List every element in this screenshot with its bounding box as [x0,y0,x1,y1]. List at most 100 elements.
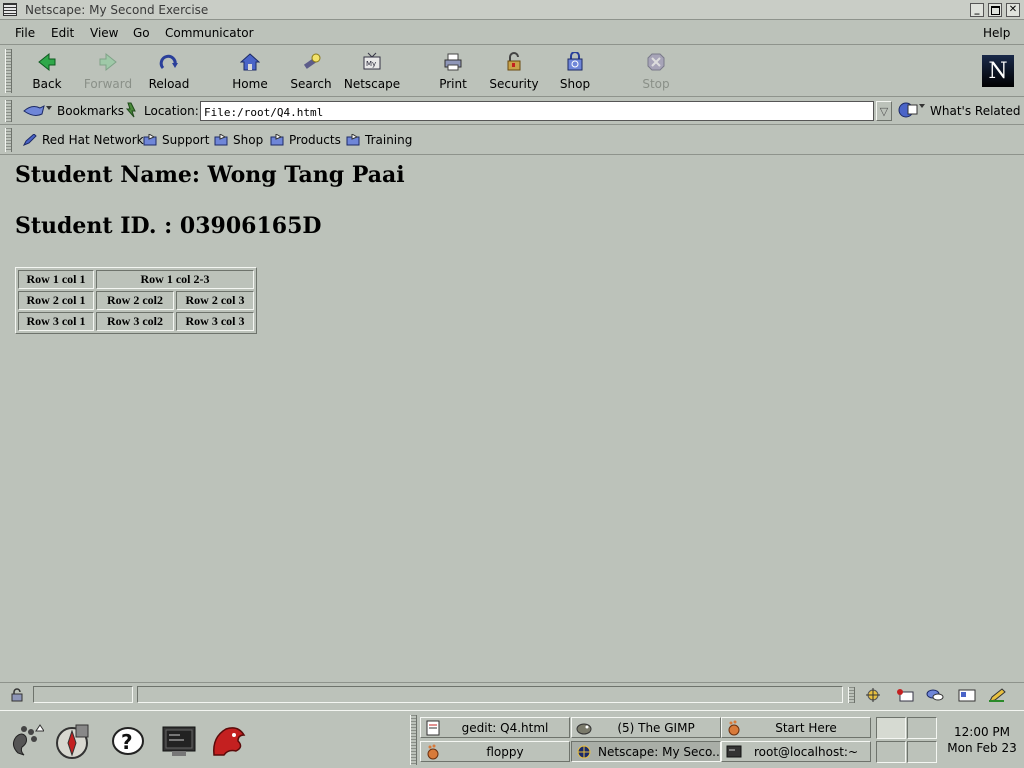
netscape-logo[interactable]: N [982,55,1014,87]
table-row: Row 3 col 1 Row 3 col2 Row 3 col 3 [18,312,254,331]
search-flashlight-icon [303,53,321,69]
task-label: Netscape: My Seco... [598,744,721,759]
bookmark-label: Training [365,133,413,147]
location-dropdown-button[interactable]: ▽ [876,101,892,121]
clock-date[interactable]: Mon Feb 23 [944,741,1020,755]
table-row: Row 1 col 1 Row 1 col 2-3 [18,270,254,289]
menu-view[interactable]: View [90,26,118,40]
table-cell: Row 2 col2 [96,291,174,310]
minimize-icon: _ [974,4,980,15]
reload-button[interactable]: Reload [137,49,201,93]
my-netscape-icon: My [363,52,381,70]
task-floppy[interactable]: floppy [420,741,570,762]
terminal-icon[interactable] [160,721,200,761]
netscape-button[interactable]: My Netscape [340,49,404,93]
close-button[interactable]: ✕ [1006,3,1020,17]
toolbar-grip[interactable] [5,128,12,152]
help-icon[interactable]: ? [108,721,148,761]
title-bar[interactable]: Netscape: My Second Exercise _ ✕ [0,0,1024,20]
mozilla-icon[interactable] [208,721,248,761]
stop-button[interactable]: Stop [624,49,688,93]
task-label: (5) The GIMP [617,720,695,735]
toolbar-grip[interactable] [5,100,12,122]
window-title: Netscape: My Second Exercise [25,3,209,17]
security-label: Security [489,77,539,91]
location-icon[interactable] [123,102,139,118]
bookmark-products[interactable]: Products [270,133,341,147]
foot-icon [427,744,439,759]
bookmarks-button[interactable]: Bookmarks [57,104,124,118]
mail-icon[interactable] [896,688,914,702]
security-lock-icon[interactable] [10,688,24,702]
forward-button[interactable]: Forward [76,49,140,93]
bookmark-label: Red Hat Network [42,133,144,147]
gnome-foot-icon[interactable] [4,721,44,761]
print-button[interactable]: Print [421,49,485,93]
print-label: Print [439,77,467,91]
status-text [137,686,843,703]
page-content[interactable]: Student Name: Wong Tang Paai Student ID.… [6,156,1018,682]
table-cell: Row 3 col 3 [176,312,254,331]
whats-related-button[interactable]: What's Related [930,104,1020,118]
window-menu-icon[interactable] [3,3,17,16]
pencil-bookmark-icon [23,134,37,146]
menu-help[interactable]: Help [983,26,1010,40]
bookmark-red-hat-network[interactable]: Red Hat Network [23,133,144,147]
maximize-button[interactable] [988,3,1002,17]
table-cell: Row 2 col 1 [18,291,94,310]
netscape-wheel-icon [577,745,591,758]
workspace-2[interactable] [907,717,937,739]
component-bar-grip[interactable] [848,687,855,703]
bookmark-training[interactable]: Training [346,133,412,147]
menu-communicator[interactable]: Communicator [165,26,254,40]
svg-text:?: ? [121,730,133,754]
status-bar [0,682,1024,706]
task-terminal[interactable]: root@localhost:~ [721,741,871,762]
address-book-icon[interactable] [958,688,976,702]
bookmarks-icon[interactable] [22,102,52,120]
gimp-icon [576,723,592,734]
workspace-4[interactable] [907,741,937,763]
bookmark-shop[interactable]: Shop [214,133,263,147]
task-start-here[interactable]: Start Here [721,717,871,738]
back-arrow-icon [38,52,56,72]
menu-file[interactable]: File [15,26,35,40]
whats-related-icon[interactable] [897,101,927,119]
workspace-1[interactable] [876,717,906,739]
back-label: Back [32,77,62,91]
stop-label: Stop [642,77,670,91]
search-button[interactable]: Search [279,49,343,93]
clock-time[interactable]: 12:00 PM [944,725,1020,739]
home-button[interactable]: Home [218,49,282,93]
workspace-3[interactable] [876,741,906,763]
security-button[interactable]: Security [482,49,546,93]
back-button[interactable]: Back [15,49,79,93]
svg-text:My: My [366,60,376,68]
home-label: Home [232,77,268,91]
table-cell: Row 2 col 3 [176,291,254,310]
location-field[interactable] [200,101,874,121]
task-label: Start Here [775,720,837,735]
discussions-icon[interactable] [926,688,944,702]
navigation-toolbar: Back Forward Reload Home Search My Netsc… [0,45,1024,97]
task-label: floppy [486,744,524,759]
composer-icon[interactable] [988,688,1006,702]
tasklist-grip[interactable] [410,715,417,765]
navigator-icon[interactable] [864,688,882,702]
security-lock-icon [507,52,521,71]
bookmark-support[interactable]: Support [143,133,209,147]
minimize-button[interactable]: _ [970,3,984,17]
task-gimp[interactable]: (5) The GIMP [571,717,721,738]
menu-go[interactable]: Go [133,26,150,40]
task-gedit[interactable]: gedit: Q4.html [420,717,570,738]
toolbar-grip[interactable] [5,49,12,93]
compass-icon[interactable] [52,721,92,761]
reload-label: Reload [148,77,190,91]
menu-edit[interactable]: Edit [51,26,74,40]
task-label: root@localhost:~ [753,744,859,759]
task-netscape[interactable]: Netscape: My Seco... [571,741,721,762]
shop-button[interactable]: Shop [543,49,607,93]
maximize-icon [990,5,1000,15]
personal-toolbar: Red Hat Network Support Shop Products Tr… [0,125,1024,155]
bookmark-label: Support [162,133,210,147]
